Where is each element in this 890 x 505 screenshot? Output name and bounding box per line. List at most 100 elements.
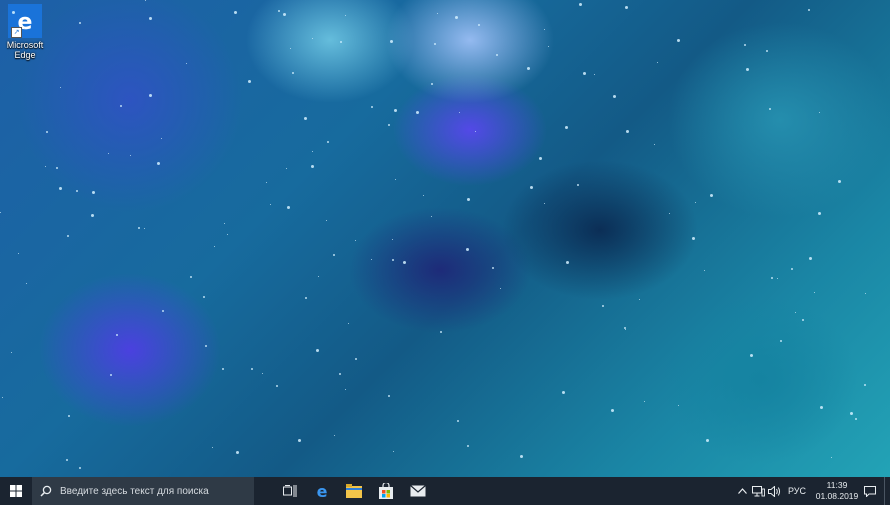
taskbar-search-box[interactable]: Введите здесь текст для поиска <box>32 477 254 505</box>
wallpaper-speck <box>440 331 442 333</box>
wallpaper-speck <box>475 131 476 132</box>
wallpaper-speck <box>371 106 373 108</box>
wallpaper-speck <box>326 220 327 221</box>
svg-text:e: e <box>317 483 328 499</box>
wallpaper-speck <box>348 323 349 324</box>
wallpaper-speck <box>791 268 793 270</box>
task-view-icon <box>283 485 297 497</box>
wallpaper-speck <box>311 165 314 168</box>
wallpaper-speck <box>60 87 61 88</box>
wallpaper-speck <box>544 29 545 30</box>
wallpaper-speck <box>312 38 313 39</box>
wallpaper-speck <box>819 112 820 113</box>
taskbar-mail-button[interactable] <box>402 477 434 505</box>
wallpaper-speck <box>838 180 841 183</box>
search-placeholder: Введите здесь текст для поиска <box>60 485 209 497</box>
wallpaper-speck <box>654 144 655 145</box>
clock[interactable]: 11:39 01.08.2019 <box>814 477 860 505</box>
wallpaper-speck <box>467 445 469 447</box>
show-hidden-icons-button[interactable] <box>734 477 750 505</box>
wallpaper-speck <box>466 248 469 251</box>
wallpaper-speck <box>395 179 396 180</box>
input-language-indicator[interactable]: РУС <box>786 477 808 505</box>
taskbar-edge-button[interactable]: e <box>306 477 338 505</box>
wallpaper-speck <box>67 235 69 237</box>
mail-icon <box>410 485 426 497</box>
wallpaper-speck <box>777 278 778 279</box>
wallpaper-speck <box>227 234 228 235</box>
wallpaper-speck <box>625 6 628 9</box>
wallpaper-speck <box>850 412 853 415</box>
wallpaper-speck <box>186 63 187 64</box>
network-icon <box>751 485 765 496</box>
wallpaper-speck <box>262 373 263 374</box>
wallpaper-speck <box>814 292 815 293</box>
wallpaper-speck <box>333 254 335 256</box>
clock-time: 11:39 <box>826 480 848 490</box>
wallpaper-speck <box>392 259 394 261</box>
wallpaper-speck <box>56 167 58 169</box>
wallpaper-speck <box>710 194 713 197</box>
wallpaper-speck <box>157 162 160 165</box>
wallpaper-speck <box>304 117 307 120</box>
wallpaper-speck <box>527 67 530 70</box>
show-desktop-button[interactable] <box>884 477 890 505</box>
wallpaper-speck <box>149 94 152 97</box>
wallpaper-speck <box>371 259 372 260</box>
wallpaper-speck <box>345 15 346 16</box>
task-view-button[interactable] <box>274 477 306 505</box>
wallpaper-speck <box>327 141 329 143</box>
desktop-icon-edge[interactable]: e ↗ Microsoft Edge <box>2 4 48 60</box>
wallpaper-speck <box>316 349 319 352</box>
edge-icon: e <box>317 483 328 499</box>
action-center-icon <box>864 485 876 497</box>
wallpaper-speck <box>149 17 152 20</box>
wallpaper-speck <box>831 457 832 458</box>
wallpaper-speck <box>809 257 812 260</box>
wallpaper-speck <box>110 374 112 376</box>
wallpaper-speck <box>91 214 94 217</box>
wallpaper-speck <box>434 43 436 45</box>
wallpaper-speck <box>18 253 19 254</box>
volume-button[interactable] <box>766 477 782 505</box>
wallpaper-speck <box>562 391 565 394</box>
start-button[interactable] <box>0 477 32 505</box>
wallpaper-speck <box>270 204 271 205</box>
taskbar-file-explorer-button[interactable] <box>338 477 370 505</box>
wallpaper-speck <box>236 451 239 454</box>
wallpaper-speck <box>251 368 253 370</box>
network-status-button[interactable] <box>750 477 766 505</box>
wallpaper-speck <box>108 153 109 154</box>
wallpaper-speck <box>769 108 771 110</box>
wallpaper-speck <box>771 277 773 279</box>
wallpaper-speck <box>45 166 46 167</box>
wallpaper-speck <box>248 80 251 83</box>
wallpaper-speck <box>138 227 140 229</box>
wallpaper-speck <box>190 276 192 278</box>
wallpaper-speck <box>746 68 749 71</box>
wallpaper-speck <box>492 267 494 269</box>
wallpaper-speck <box>287 206 290 209</box>
wallpaper-speck <box>544 203 545 204</box>
wallpaper-speck <box>120 105 122 107</box>
wallpaper-speck <box>624 327 626 329</box>
wallpaper-speck <box>626 130 629 133</box>
store-bag-icon <box>379 483 393 499</box>
wallpaper-speck <box>795 312 796 313</box>
wallpaper-speck <box>388 395 390 397</box>
wallpaper-speck <box>865 293 866 294</box>
wallpaper-speck <box>292 72 294 74</box>
wallpaper-speck <box>312 151 313 152</box>
wallpaper-speck <box>457 420 459 422</box>
wallpaper-speck <box>437 13 438 14</box>
wallpaper-speck <box>530 186 533 189</box>
wallpaper-speck <box>657 62 658 63</box>
wallpaper-speck <box>677 39 680 42</box>
wallpaper-speck <box>864 384 866 386</box>
wallpaper-speck <box>744 44 746 46</box>
notifications-button[interactable] <box>860 477 880 505</box>
wallpaper-speck <box>692 237 695 240</box>
wallpaper-speck <box>305 297 307 299</box>
taskbar-store-button[interactable] <box>370 477 402 505</box>
wallpaper-speck <box>393 451 394 452</box>
